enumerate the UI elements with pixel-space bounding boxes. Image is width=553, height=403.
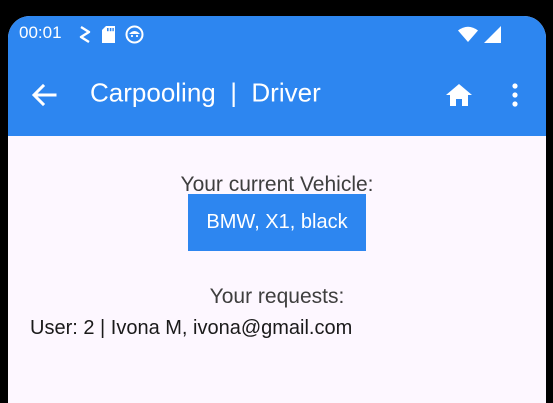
usb-debug-icon — [78, 25, 92, 43]
app-bar: Carpooling | Driver — [8, 51, 546, 136]
vehicle-button[interactable]: BMW, X1, black — [188, 194, 366, 251]
status-bar: 00:01 — [8, 16, 546, 51]
status-time: 00:01 — [19, 23, 62, 42]
home-icon — [445, 83, 473, 107]
overflow-menu-button[interactable] — [503, 79, 527, 111]
cell-signal-icon — [484, 25, 501, 43]
sd-card-icon — [102, 25, 115, 43]
status-icons-right — [458, 24, 501, 44]
back-button[interactable] — [28, 79, 60, 111]
arrow-back-icon — [31, 83, 57, 107]
status-icons-left — [78, 24, 144, 44]
wifi-icon — [458, 26, 478, 42]
app-title: Carpooling | Driver — [90, 77, 321, 108]
request-item[interactable]: User: 2 | Ivona M, ivona@gmail.com — [30, 317, 352, 340]
home-button[interactable] — [441, 79, 477, 111]
requests-label: Your requests: — [209, 285, 345, 308]
more-vert-icon — [512, 83, 518, 107]
main-content: Your current Vehicle: BMW, X1, black You… — [8, 136, 546, 403]
phone-screen: 00:01 Carpooling | Driver Your current V… — [8, 16, 546, 403]
app-notification-icon — [125, 25, 144, 44]
